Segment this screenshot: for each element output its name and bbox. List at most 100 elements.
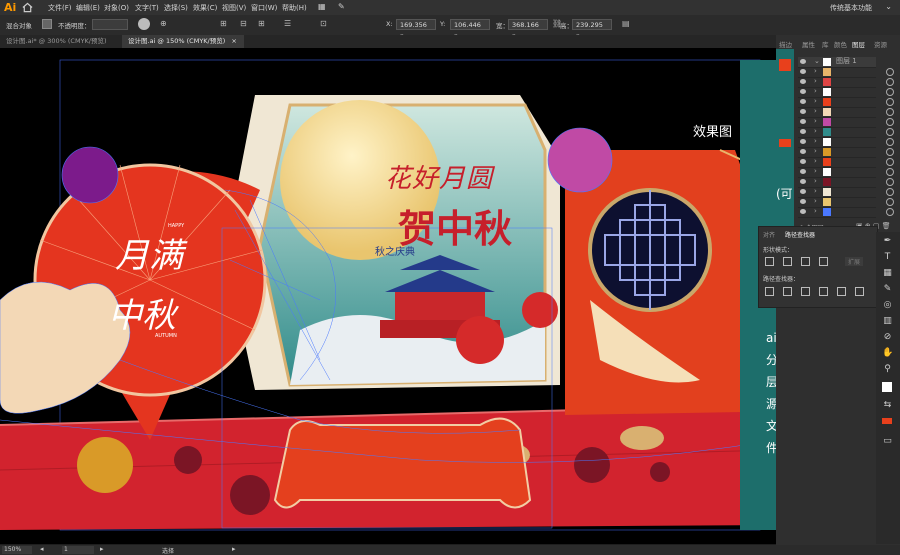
opacity-field[interactable] — [92, 19, 128, 30]
eye-icon[interactable] — [800, 59, 806, 64]
graph-tool-icon[interactable]: ▥ — [882, 316, 893, 327]
eye-icon[interactable] — [800, 209, 806, 214]
chevron-right-icon[interactable]: › — [814, 77, 817, 85]
artboard-canvas[interactable]: 花好月圆 贺中秋 秋之庆典 月满 中秋 HAPPY AUTUMN 效果图 ai分… — [0, 48, 776, 544]
chevron-down-icon[interactable]: ⌄ — [814, 57, 820, 65]
eye-icon[interactable] — [800, 179, 806, 184]
outline-icon[interactable] — [837, 287, 846, 296]
chevron-right-icon[interactable]: › — [814, 167, 817, 175]
zoom-field[interactable]: 150% — [2, 546, 32, 554]
next-artboard-icon[interactable]: ▸ — [100, 545, 104, 553]
chevron-right-icon[interactable]: › — [814, 207, 817, 215]
target-icon[interactable] — [886, 188, 894, 196]
eye-icon[interactable] — [800, 119, 806, 124]
target-icon[interactable] — [886, 78, 894, 86]
hand-tool-icon[interactable]: ✋ — [882, 348, 893, 359]
menu-help[interactable]: 帮助(H) — [282, 3, 307, 13]
target-icon[interactable] — [886, 138, 894, 146]
style-icon[interactable]: ⊕ — [160, 19, 167, 28]
chevron-right-icon[interactable]: › — [814, 137, 817, 145]
eye-icon[interactable] — [800, 89, 806, 94]
target-icon[interactable] — [886, 98, 894, 106]
slice-tool-icon[interactable]: ⊘ — [882, 332, 893, 343]
tab-document-300[interactable]: 设计图.ai* @ 300% (CMYK/预览) × — [0, 35, 122, 58]
expand-button[interactable]: 扩展 — [845, 257, 864, 266]
minus-back-icon[interactable] — [855, 287, 864, 296]
menu-type[interactable]: 文字(T) — [135, 3, 159, 13]
target-icon[interactable] — [886, 208, 894, 216]
more-options-icon[interactable]: ▤ — [622, 19, 630, 28]
tab-libraries[interactable]: 库 — [822, 39, 829, 49]
layer-row[interactable]: › — [798, 207, 894, 218]
height-field[interactable]: 239.295 n — [572, 19, 612, 40]
tab-properties[interactable]: 属性 — [802, 39, 815, 49]
chevron-down-icon[interactable]: ⌄ — [885, 2, 892, 11]
tab-align[interactable]: 对齐 — [763, 230, 775, 239]
recolor-icon[interactable] — [138, 18, 150, 30]
exclude-icon[interactable] — [819, 257, 828, 266]
eye-icon[interactable] — [800, 79, 806, 84]
eye-icon[interactable] — [800, 169, 806, 174]
tab-assets[interactable]: 资源 — [874, 39, 887, 49]
workspace-switcher[interactable]: 传统基本功能 — [830, 3, 872, 13]
tab-document-150[interactable]: 设计图.ai @ 150% (CMYK/预览) × — [122, 35, 244, 48]
type-tool-icon[interactable]: T — [882, 252, 893, 263]
crop-icon[interactable] — [819, 287, 828, 296]
fill-swatch[interactable] — [42, 19, 52, 29]
target-icon[interactable] — [886, 68, 894, 76]
chevron-right-icon[interactable]: › — [814, 147, 817, 155]
align-right-icon[interactable]: ⊞ — [258, 19, 265, 28]
arrange-icon[interactable]: ▦ — [318, 2, 326, 11]
chevron-right-icon[interactable]: › — [814, 67, 817, 75]
eyedropper-icon[interactable]: ✎ — [882, 284, 893, 295]
menu-file[interactable]: 文件(F) — [48, 3, 72, 13]
blend-tool-icon[interactable]: ◎ — [882, 300, 893, 311]
chevron-right-icon[interactable]: › — [814, 117, 817, 125]
chevron-right-icon[interactable]: › — [814, 157, 817, 165]
chevron-right-icon[interactable]: › — [814, 97, 817, 105]
tab-color[interactable]: 颜色 — [834, 39, 847, 49]
tab-layers[interactable]: 图层 — [852, 39, 865, 49]
menu-effect[interactable]: 效果(C) — [193, 3, 217, 13]
merge-icon[interactable] — [801, 287, 810, 296]
pen-tool-icon[interactable]: ✒ — [882, 236, 893, 247]
trim-icon[interactable] — [783, 287, 792, 296]
align-center-icon[interactable]: ⊟ — [240, 19, 247, 28]
target-icon[interactable] — [886, 148, 894, 156]
x-field[interactable]: 169.356 n — [396, 19, 436, 40]
eye-icon[interactable] — [800, 139, 806, 144]
status-arrow-icon[interactable]: ▸ — [232, 545, 236, 553]
eye-icon[interactable] — [800, 109, 806, 114]
minus-front-icon[interactable] — [783, 257, 792, 266]
swap-icon[interactable]: ⇆ — [882, 400, 893, 411]
color-mode-icon[interactable] — [882, 418, 892, 424]
gradient-tool-icon[interactable]: ▦ — [882, 268, 893, 279]
target-icon[interactable] — [886, 108, 894, 116]
home-icon[interactable] — [22, 2, 33, 13]
target-icon[interactable] — [886, 178, 894, 186]
target-icon[interactable] — [886, 128, 894, 136]
menu-select[interactable]: 选择(S) — [164, 3, 188, 13]
tab-stroke[interactable]: 描边 — [779, 39, 792, 49]
zoom-tool-icon[interactable]: ⚲ — [882, 364, 893, 375]
eye-icon[interactable] — [800, 129, 806, 134]
chevron-right-icon[interactable]: › — [814, 107, 817, 115]
target-icon[interactable] — [886, 88, 894, 96]
target-icon[interactable] — [886, 168, 894, 176]
eye-icon[interactable] — [800, 149, 806, 154]
eye-icon[interactable] — [800, 159, 806, 164]
chevron-right-icon[interactable]: › — [814, 127, 817, 135]
tab-pathfinder[interactable]: 路径查找器 — [785, 230, 815, 239]
y-field[interactable]: 106.446 n — [450, 19, 490, 40]
chevron-right-icon[interactable]: › — [814, 177, 817, 185]
target-icon[interactable] — [886, 158, 894, 166]
chevron-right-icon[interactable]: › — [814, 187, 817, 195]
menu-edit[interactable]: 编辑(E) — [76, 3, 100, 13]
menu-view[interactable]: 视图(V) — [222, 3, 246, 13]
brush-icon[interactable]: ✎ — [338, 2, 345, 11]
distribute-icon[interactable]: ☰ — [284, 19, 291, 28]
unite-icon[interactable] — [765, 257, 774, 266]
eye-icon[interactable] — [800, 69, 806, 74]
screen-mode-icon[interactable]: ▭ — [882, 436, 893, 447]
artboard-field[interactable]: 1 — [62, 546, 94, 554]
